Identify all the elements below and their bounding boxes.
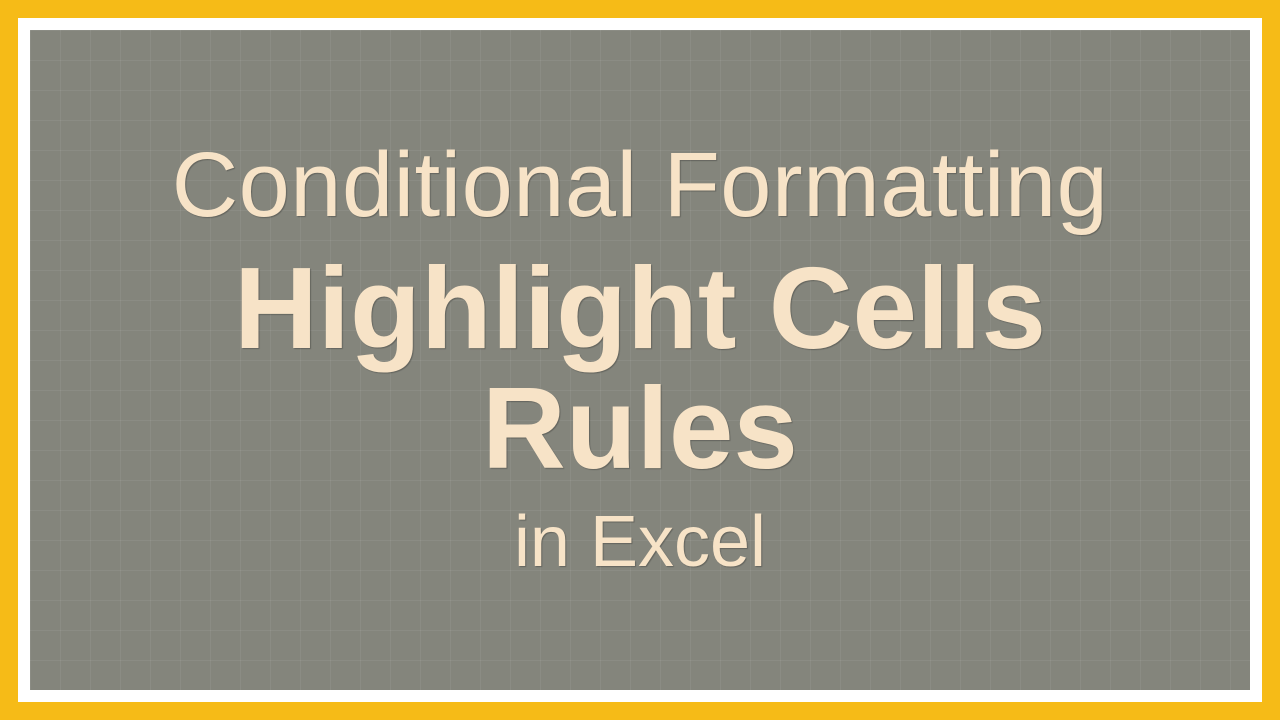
title-canvas: Conditional Formatting Highlight Cells R… — [30, 30, 1250, 690]
title-line-4: in Excel — [514, 503, 766, 582]
title-line-3: Rules — [482, 372, 798, 486]
title-line-2: Highlight Cells — [234, 252, 1046, 366]
inner-white-frame: Conditional Formatting Highlight Cells R… — [18, 18, 1262, 702]
title-line-1: Conditional Formatting — [172, 137, 1109, 234]
outer-gold-frame: Conditional Formatting Highlight Cells R… — [0, 0, 1280, 720]
